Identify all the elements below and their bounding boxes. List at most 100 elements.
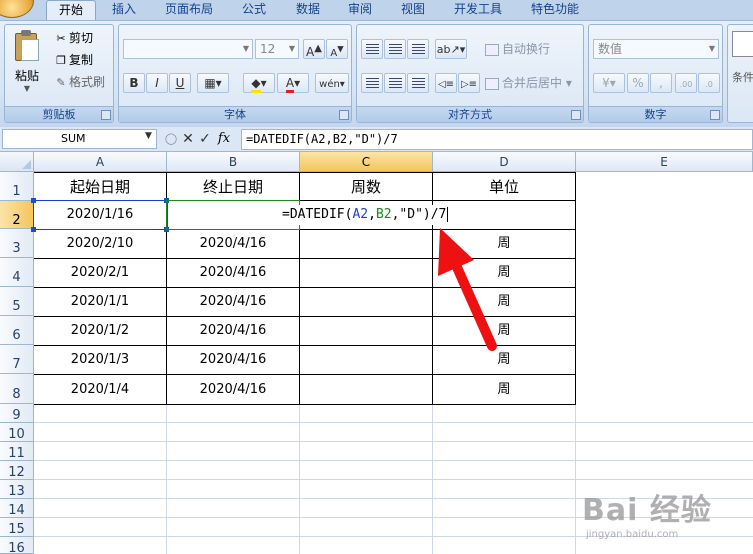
align-top-button[interactable] [361, 39, 383, 59]
row-header-9[interactable]: 9 [0, 404, 34, 423]
cell-a7[interactable]: 2020/1/3 [34, 346, 166, 374]
font-size-select[interactable]: 12 ▼ [255, 39, 299, 59]
row-header-14[interactable]: 14 [0, 499, 34, 518]
cut-label: 剪切 [69, 31, 94, 45]
currency-button[interactable]: ¥▾ [593, 73, 625, 93]
office-button-icon[interactable] [0, 0, 34, 18]
border-button[interactable]: ▦▾ [197, 73, 229, 93]
reference-handle[interactable] [31, 198, 36, 203]
row-header-1[interactable]: 1 [0, 172, 34, 201]
number-launcher-icon[interactable] [710, 110, 720, 120]
cell-a3[interactable]: 2020/2/10 [34, 230, 166, 258]
row-header-16[interactable]: 16 [0, 537, 34, 554]
row-header-4[interactable]: 4 [0, 258, 34, 287]
row-header-10[interactable]: 10 [0, 423, 34, 442]
align-bottom-button[interactable] [407, 39, 429, 59]
row-header-13[interactable]: 13 [0, 480, 34, 499]
copy-button[interactable]: ❐ 复制 [53, 51, 93, 69]
font-color-button[interactable]: A▾ [277, 73, 309, 93]
increase-decimal-button[interactable]: .00 [675, 73, 697, 93]
italic-button[interactable]: I [146, 73, 168, 93]
tab-special-features[interactable]: 特色功能 [531, 0, 579, 20]
number-format-select[interactable]: 数值 ▼ [593, 39, 719, 59]
align-middle-button[interactable] [384, 39, 406, 59]
row-header-6[interactable]: 6 [0, 316, 34, 345]
align-right-button[interactable] [407, 73, 429, 93]
row-header-11[interactable]: 11 [0, 442, 34, 461]
name-box[interactable]: SUM [2, 129, 157, 149]
font-launcher-icon[interactable] [339, 110, 349, 120]
cell-b3[interactable]: 2020/4/16 [167, 230, 299, 258]
tab-home[interactable]: 开始 [46, 0, 97, 20]
cell-b8[interactable]: 2020/4/16 [167, 375, 299, 404]
column-header-b[interactable]: B [167, 152, 300, 172]
row-header-3[interactable]: 3 [0, 229, 34, 258]
cell-d8[interactable]: 周 [433, 375, 575, 404]
row-header-12[interactable]: 12 [0, 461, 34, 480]
format-painter-button[interactable]: ✎ 格式刷 [53, 73, 105, 91]
cell-a6[interactable]: 2020/1/2 [34, 317, 166, 345]
cell-d1[interactable]: 单位 [433, 174, 575, 201]
increase-indent-button[interactable]: ▷≡ [458, 73, 480, 93]
row-header-2[interactable]: 2 [0, 201, 34, 229]
fill-color-button[interactable]: ◆▾ [243, 73, 275, 93]
cut-button[interactable]: ✂ 剪切 [53, 29, 93, 47]
name-box-dropdown-icon[interactable]: ▼ [145, 131, 152, 141]
cell-c1[interactable]: 周数 [300, 174, 432, 201]
select-all-corner[interactable] [0, 152, 34, 172]
tab-developer[interactable]: 开发工具 [454, 0, 502, 20]
comma-button[interactable]: , [650, 73, 672, 93]
grow-font-button[interactable]: A▲ [303, 39, 325, 59]
column-header-e[interactable]: E [576, 152, 753, 172]
formula-input[interactable]: =DATEDIF(A2,B2,"D")/7 [241, 129, 753, 150]
row-header-5[interactable]: 5 [0, 287, 34, 316]
font-name-select[interactable]: ▼ [123, 39, 253, 59]
cell-b7[interactable]: 2020/4/16 [167, 346, 299, 374]
cell-c2-editing[interactable]: =DATEDIF(A2,B2,"D")/7 [281, 205, 450, 225]
cell-b5[interactable]: 2020/4/16 [167, 288, 299, 316]
row-header-8[interactable]: 8 [0, 374, 34, 404]
paste-button[interactable]: 粘贴 ▼ [9, 29, 45, 93]
cell-a8[interactable]: 2020/1/4 [34, 375, 166, 404]
cell-a1[interactable]: 起始日期 [34, 174, 166, 201]
align-center-button[interactable] [384, 73, 406, 93]
cell-a5[interactable]: 2020/1/1 [34, 288, 166, 316]
tab-insert[interactable]: 插入 [112, 0, 136, 20]
tab-view[interactable]: 视图 [401, 0, 425, 20]
percent-button[interactable]: % [627, 73, 649, 93]
tab-review[interactable]: 审阅 [348, 0, 372, 20]
decrease-decimal-button[interactable]: .0 [698, 73, 720, 93]
insert-function-icon[interactable]: fx [216, 130, 232, 148]
clipboard-launcher-icon[interactable] [101, 110, 111, 120]
alignment-launcher-icon[interactable] [571, 110, 581, 120]
align-left-icon [365, 78, 379, 88]
reference-handle[interactable] [31, 227, 36, 232]
merge-center-button[interactable]: 合并后居中 ▾ [485, 73, 572, 93]
cell-a4[interactable]: 2020/2/1 [34, 259, 166, 287]
enter-icon[interactable]: ✓ [197, 130, 213, 148]
bold-button[interactable]: B [123, 73, 145, 93]
conditional-format-label[interactable]: 条件 [732, 69, 753, 85]
decrease-indent-button[interactable]: ◁≡ [435, 73, 457, 93]
cell-b4[interactable]: 2020/4/16 [167, 259, 299, 287]
column-header-d[interactable]: D [433, 152, 576, 172]
cancel-icon[interactable]: ✕ [180, 130, 196, 148]
row-header-7[interactable]: 7 [0, 345, 34, 374]
align-left-button[interactable] [361, 73, 383, 93]
column-header-c[interactable]: C [300, 152, 433, 172]
tab-formulas[interactable]: 公式 [242, 0, 266, 20]
underline-button[interactable]: U [169, 73, 191, 93]
shrink-font-button[interactable]: A▼ [326, 39, 348, 59]
cell-b1[interactable]: 终止日期 [167, 174, 299, 201]
tab-page-layout[interactable]: 页面布局 [165, 0, 213, 20]
wrap-text-button[interactable]: 自动换行 [485, 39, 550, 59]
orientation-button[interactable]: ab↗▾ [435, 39, 467, 59]
tab-data[interactable]: 数据 [296, 0, 320, 20]
phonetic-button[interactable]: wén▾ [315, 73, 349, 93]
cell-b6[interactable]: 2020/4/16 [167, 317, 299, 345]
row-header-15[interactable]: 15 [0, 518, 34, 537]
column-header-a[interactable]: A [34, 152, 167, 172]
ribbon: 开始 插入 页面布局 公式 数据 审阅 视图 开发工具 特色功能 粘贴 ▼ ✂ 剪… [0, 0, 753, 127]
reference-highlight-b2 [166, 200, 300, 230]
formula-text: , [368, 207, 376, 222]
